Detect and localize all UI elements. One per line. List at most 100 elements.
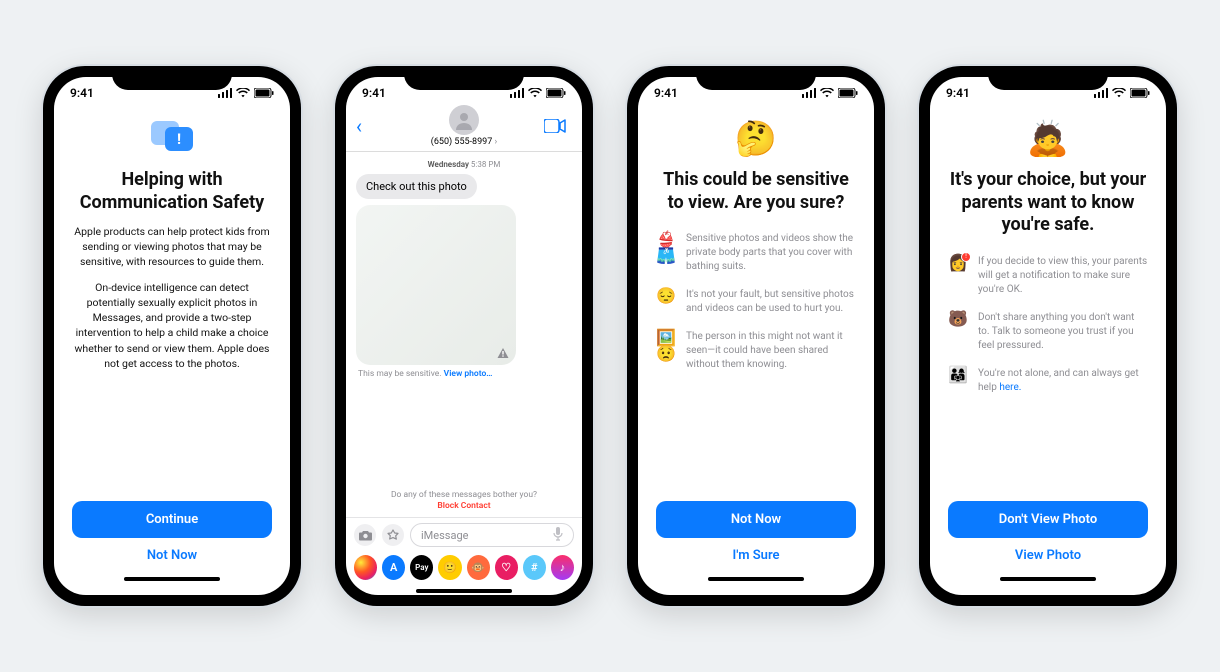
- bullet-text: Don't share anything you don't want to. …: [978, 311, 1148, 353]
- phone-messages: 9:41 ‹ (650) 555-8997 › Wednesday 5:38 P…: [335, 66, 593, 606]
- wifi-icon: [528, 88, 542, 98]
- status-bar: 9:41: [346, 77, 582, 103]
- blurred-photo[interactable]: [356, 205, 516, 365]
- warning-title: It's your choice, but your parents want …: [948, 169, 1148, 237]
- bullet-item: 😔 It's not your fault, but sensitive pho…: [656, 288, 856, 316]
- app-digital-touch[interactable]: ♡: [495, 555, 518, 580]
- avatar-icon: [449, 105, 479, 135]
- content: 🤔 This could be sensitive to view. Are y…: [638, 103, 874, 595]
- phone-intro: 9:41 ! Helping with Communication Safety…: [43, 66, 301, 606]
- dont-view-button[interactable]: Don't View Photo: [948, 501, 1148, 538]
- wifi-icon: [820, 88, 834, 98]
- thinking-emoji-icon: 🤔: [656, 119, 856, 159]
- status-time: 9:41: [70, 86, 94, 100]
- view-photo-button[interactable]: View Photo: [948, 538, 1148, 573]
- back-button[interactable]: ‹: [356, 114, 384, 138]
- status-time: 9:41: [946, 86, 970, 100]
- app-appstore[interactable]: A: [382, 555, 405, 580]
- content: ! Helping with Communication Safety Appl…: [54, 103, 290, 595]
- home-indicator[interactable]: [416, 589, 512, 593]
- im-sure-button[interactable]: I'm Sure: [656, 538, 856, 573]
- page-title: Helping with Communication Safety: [72, 169, 272, 214]
- screen: 9:41 ‹ (650) 555-8997 › Wednesday 5:38 P…: [346, 77, 582, 595]
- status-time: 9:41: [362, 86, 386, 100]
- bullet-item: 👩! If you decide to view this, your pare…: [948, 255, 1148, 297]
- family-icon: 👨‍👩‍👧: [948, 367, 968, 383]
- bother-prompt: Do any of these messages bother you? Blo…: [356, 490, 572, 511]
- help-link[interactable]: here.: [999, 382, 1021, 393]
- contact-number: (650) 555-8997: [431, 137, 493, 147]
- sensitivity-caption: This may be sensitive. View photo…: [358, 369, 572, 379]
- intro-paragraph-1: Apple products can help protect kids fro…: [72, 224, 272, 270]
- bullet-text: Sensitive photos and videos show the pri…: [686, 232, 856, 274]
- status-bar: 9:41: [638, 77, 874, 103]
- signal-icon: [802, 88, 817, 98]
- status-bar: 9:41: [54, 77, 290, 103]
- compose-bar: iMessage: [346, 517, 582, 552]
- app-hashtag[interactable]: #: [523, 555, 546, 580]
- block-contact-button[interactable]: Block Contact: [356, 501, 572, 511]
- bullet-text: If you decide to view this, your parents…: [978, 255, 1148, 297]
- camera-button[interactable]: [354, 524, 376, 546]
- signal-icon: [510, 88, 525, 98]
- bullet-item: 🐻 Don't share anything you don't want to…: [948, 311, 1148, 353]
- warning-title: This could be sensitive to view. Are you…: [656, 169, 856, 214]
- app-store-button[interactable]: [382, 524, 404, 546]
- status-time: 9:41: [654, 86, 678, 100]
- teddy-bear-icon: 🐻: [948, 311, 968, 327]
- signal-icon: [218, 88, 233, 98]
- communication-safety-icon: !: [151, 121, 193, 157]
- phone-warning-2: 9:41 🙇 It's your choice, but your parent…: [919, 66, 1177, 606]
- view-photo-link[interactable]: View photo…: [444, 369, 493, 379]
- bullet-text: You're not alone, and can always get hel…: [978, 367, 1148, 395]
- messages-header: ‹ (650) 555-8997 ›: [346, 103, 582, 152]
- wifi-icon: [236, 88, 250, 98]
- app-photos[interactable]: [354, 555, 377, 580]
- home-indicator[interactable]: [708, 577, 804, 581]
- continue-button[interactable]: Continue: [72, 501, 272, 538]
- signal-icon: [1094, 88, 1109, 98]
- timestamp: Wednesday 5:38 PM: [356, 160, 572, 169]
- screen: 9:41 🙇 It's your choice, but your parent…: [930, 77, 1166, 595]
- battery-icon: [1130, 88, 1150, 98]
- home-indicator[interactable]: [1000, 577, 1096, 581]
- contact-info[interactable]: (650) 555-8997 ›: [384, 105, 544, 147]
- bullet-text: It's not your fault, but sensitive photo…: [686, 288, 856, 316]
- home-indicator[interactable]: [124, 577, 220, 581]
- sad-face-icon: 😔: [656, 288, 676, 304]
- content: 🙇 It's your choice, but your parents wan…: [930, 103, 1166, 595]
- bullet-item: 👙🩳 Sensitive photos and videos show the …: [656, 232, 856, 274]
- not-now-button[interactable]: Not Now: [656, 501, 856, 538]
- status-bar: 9:41: [930, 77, 1166, 103]
- phone-warning-1: 9:41 🤔 This could be sensitive to view. …: [627, 66, 885, 606]
- message-bubble[interactable]: Check out this photo: [356, 174, 477, 199]
- message-input[interactable]: iMessage: [410, 523, 574, 547]
- bathing-suit-icon: 👙🩳: [656, 232, 676, 264]
- facetime-button[interactable]: [544, 119, 572, 133]
- battery-icon: [546, 88, 566, 98]
- notification-badge-icon: !: [961, 252, 971, 262]
- not-now-button[interactable]: Not Now: [72, 538, 272, 573]
- bullet-item: 🖼️😟 The person in this might not want it…: [656, 330, 856, 372]
- shared-photo-icon: 🖼️😟: [656, 330, 676, 362]
- app-applepay[interactable]: Pay: [410, 555, 433, 580]
- app-music[interactable]: ♪: [551, 555, 574, 580]
- bullet-text: The person in this might not want it see…: [686, 330, 856, 372]
- bullet-list: 👙🩳 Sensitive photos and videos show the …: [656, 232, 856, 386]
- wifi-icon: [1112, 88, 1126, 98]
- battery-icon: [254, 88, 274, 98]
- bullet-list: 👩! If you decide to view this, your pare…: [948, 255, 1148, 409]
- app-memoji[interactable]: 🙂: [438, 555, 461, 580]
- dictate-icon[interactable]: [553, 527, 563, 544]
- intro-paragraph-2: On-device intelligence can detect potent…: [72, 280, 272, 371]
- battery-icon: [838, 88, 858, 98]
- bullet-item: 👨‍👩‍👧 You're not alone, and can always g…: [948, 367, 1148, 395]
- parent-avatar-icon: 👩!: [948, 255, 968, 271]
- app-animoji[interactable]: 🐵: [467, 555, 490, 580]
- screen: 9:41 🤔 This could be sensitive to view. …: [638, 77, 874, 595]
- bowing-emoji-icon: 🙇: [948, 119, 1148, 159]
- placeholder-text: iMessage: [421, 529, 468, 542]
- screen: 9:41 ! Helping with Communication Safety…: [54, 77, 290, 595]
- app-strip[interactable]: A Pay 🙂 🐵 ♡ # ♪: [346, 552, 582, 585]
- chevron-right-icon: ›: [495, 137, 498, 147]
